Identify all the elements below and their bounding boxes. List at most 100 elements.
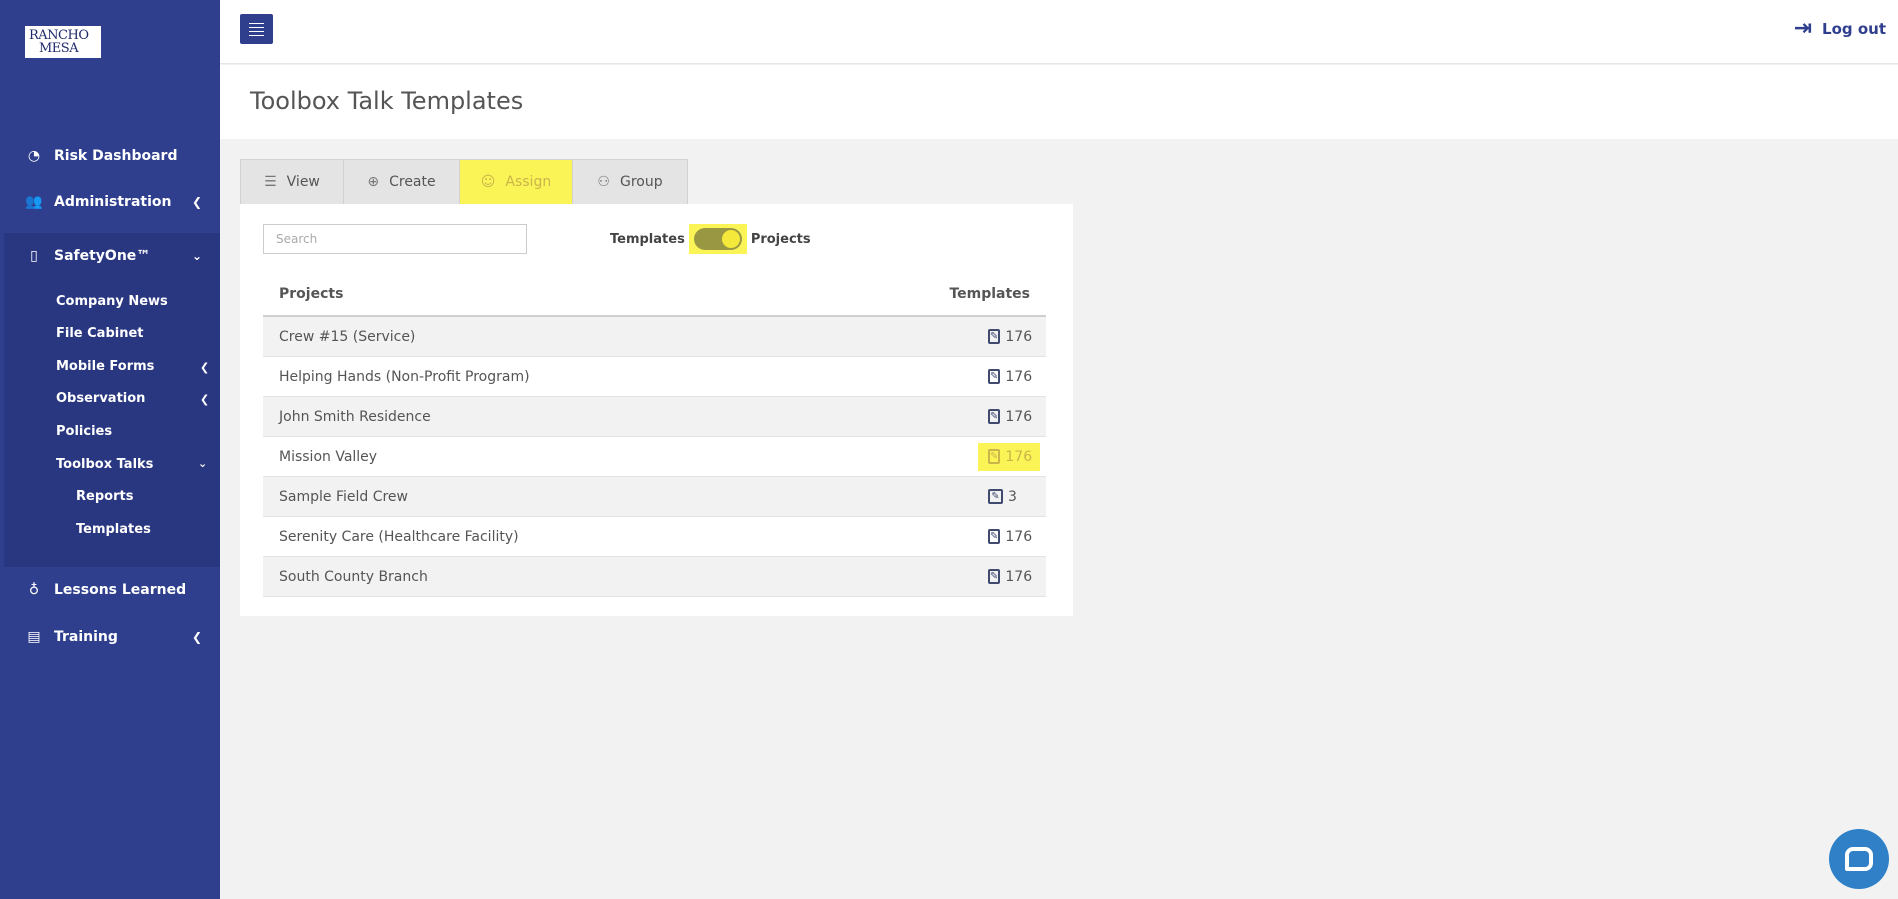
edit-icon: ✎ — [988, 449, 1001, 464]
project-name: Sample Field Crew — [279, 488, 408, 505]
table-row: Serenity Care (Healthcare Facility) ✎ 17… — [263, 517, 1046, 557]
tab-create[interactable]: ⊕ Create — [343, 159, 460, 204]
sidebar-item-training[interactable]: ▤ Training ❮ — [0, 617, 220, 657]
dashboard-icon: ◔ — [27, 148, 41, 164]
title-band: Toolbox Talk Templates — [220, 65, 1898, 139]
sidebar-item-label: Observation — [56, 391, 146, 406]
chat-bubble-icon — [1845, 847, 1873, 871]
template-count-edit[interactable]: ✎ 176 — [988, 569, 1032, 585]
template-count-edit[interactable]: ✎ 176 — [988, 368, 1033, 385]
chevron-left-icon: ❮ — [200, 361, 210, 374]
users-icon: 👥 — [25, 194, 43, 210]
sidebar-item-label: SafetyOne™ — [54, 248, 151, 264]
lightbulb-icon: ♁ — [28, 582, 40, 598]
templates-projects-switch[interactable] — [693, 228, 742, 250]
search-input[interactable] — [263, 224, 527, 254]
switch-knob — [721, 230, 740, 248]
sidebar-item-policies[interactable]: Policies — [56, 424, 112, 439]
user-icon: ☺ — [480, 174, 496, 190]
project-name: John Smith Residence — [279, 408, 431, 425]
project-name: South County Branch — [279, 568, 428, 585]
sidebar-item-safetyone[interactable]: ▯ SafetyOne™ ⌄ — [0, 236, 220, 276]
chevron-down-icon: ⌄ — [198, 457, 208, 470]
group-icon: ⚇ — [597, 174, 610, 190]
tab-assign[interactable]: ☺ Assign — [459, 159, 573, 204]
chevron-left-icon: ❮ — [200, 393, 210, 406]
sidebar-item-label: Training — [54, 629, 118, 645]
project-name: Crew #15 (Service) — [279, 328, 416, 345]
logout-button[interactable]: ⇥ Log out — [1794, 16, 1886, 41]
template-count: 176 — [1005, 408, 1033, 425]
toggle-highlight — [688, 224, 747, 254]
table-header: Projects Templates — [263, 273, 1046, 317]
sidebar-item-label: Toolbox Talks — [56, 457, 154, 472]
top-bar: ⇥ Log out — [220, 0, 1898, 64]
toggle-right-label: Projects — [750, 231, 811, 247]
table-row: Mission Valley ✎ 176 — [263, 437, 1046, 477]
table-row: Helping Hands (Non-Profit Program) ✎ 176 — [263, 357, 1046, 397]
mobile-icon: ▯ — [30, 248, 38, 264]
sidebar: RANCHO MESA ◔ Risk Dashboard 👥 Administr… — [0, 0, 220, 899]
column-header-templates[interactable]: Templates — [949, 286, 1030, 302]
column-header-projects[interactable]: Projects — [279, 286, 343, 302]
tab-label: View — [286, 174, 320, 190]
tab-group[interactable]: ⚇ Group — [572, 159, 688, 204]
page-title: Toolbox Talk Templates — [250, 87, 524, 115]
tab-label: Group — [619, 174, 663, 190]
template-count: 176 — [1005, 528, 1033, 545]
tab-label: Assign — [505, 174, 552, 190]
logo-line-2: MESA — [39, 41, 79, 56]
edit-icon: ✎ — [988, 569, 1001, 584]
chat-widget-button[interactable] — [1829, 829, 1889, 889]
rancho-mesa-logo[interactable]: RANCHO MESA — [25, 26, 101, 58]
template-count-edit[interactable]: ✎ 176 — [978, 442, 1040, 471]
chevron-down-icon: ⌄ — [191, 249, 202, 263]
chevron-left-icon: ❮ — [191, 630, 202, 644]
sidebar-item-label: Lessons Learned — [54, 582, 187, 598]
chevron-left-icon: ❮ — [191, 195, 202, 209]
sidebar-item-lessons-learned[interactable]: ♁ Lessons Learned — [0, 570, 220, 610]
template-count-edit[interactable]: ✎ 3 — [988, 489, 1030, 505]
table-row: South County Branch ✎ 176 — [263, 557, 1046, 597]
sidebar-item-toolbox-talks[interactable]: Toolbox Talks ⌄ — [56, 457, 207, 472]
template-count-edit[interactable]: ✎ 176 — [988, 528, 1033, 545]
sidebar-item-company-news[interactable]: Company News — [56, 294, 168, 309]
sidebar-item-label: Risk Dashboard — [54, 148, 178, 164]
logout-label: Log out — [1822, 19, 1886, 38]
sidebar-item-mobile-forms[interactable]: Mobile Forms ❮ — [56, 359, 209, 374]
edit-icon: ✎ — [988, 329, 1001, 344]
tab-label: Create — [389, 174, 436, 190]
toggle-left-label: Templates — [610, 231, 685, 247]
table-row: Sample Field Crew ✎ 3 — [263, 477, 1046, 517]
project-name: Serenity Care (Healthcare Facility) — [279, 528, 519, 545]
template-count-edit[interactable]: ✎ 176 — [988, 408, 1033, 425]
project-name: Helping Hands (Non-Profit Program) — [279, 368, 530, 385]
tab-view[interactable]: ☰ View — [240, 159, 344, 204]
sidebar-item-observation[interactable]: Observation ❮ — [56, 391, 209, 406]
template-count: 176 — [1005, 368, 1033, 385]
logout-icon: ⇥ — [1793, 16, 1813, 41]
list-icon: ☰ — [264, 174, 277, 190]
plus-circle-icon: ⊕ — [367, 174, 380, 190]
template-count: 3 — [1008, 488, 1017, 505]
view-toggle: Templates Projects — [610, 224, 811, 254]
edit-icon: ✎ — [988, 369, 1001, 384]
sidebar-item-label: Mobile Forms — [56, 359, 155, 374]
edit-icon: ✎ — [988, 409, 1001, 424]
edit-icon: ✎ — [988, 529, 1001, 544]
menu-toggle-button[interactable] — [240, 14, 273, 44]
sidebar-item-administration[interactable]: 👥 Administration ❮ — [0, 182, 220, 222]
project-name: Mission Valley — [279, 448, 378, 465]
sidebar-item-templates[interactable]: Templates — [76, 522, 151, 537]
sidebar-item-file-cabinet[interactable]: File Cabinet — [56, 326, 144, 341]
table-row: John Smith Residence ✎ 176 — [263, 397, 1046, 437]
table-row: Crew #15 (Service) ✎ 176 — [263, 317, 1046, 357]
sidebar-item-label: Administration — [54, 194, 172, 210]
sidebar-item-risk-dashboard[interactable]: ◔ Risk Dashboard — [0, 136, 220, 176]
template-count: 176 — [1005, 328, 1033, 345]
edit-icon: ✎ — [988, 489, 1003, 504]
training-icon: ▤ — [27, 629, 41, 645]
template-count-edit[interactable]: ✎ 176 — [988, 328, 1033, 345]
projects-table: Projects Templates Crew #15 (Service) ✎ … — [263, 273, 1046, 597]
sidebar-item-reports[interactable]: Reports — [76, 489, 133, 504]
